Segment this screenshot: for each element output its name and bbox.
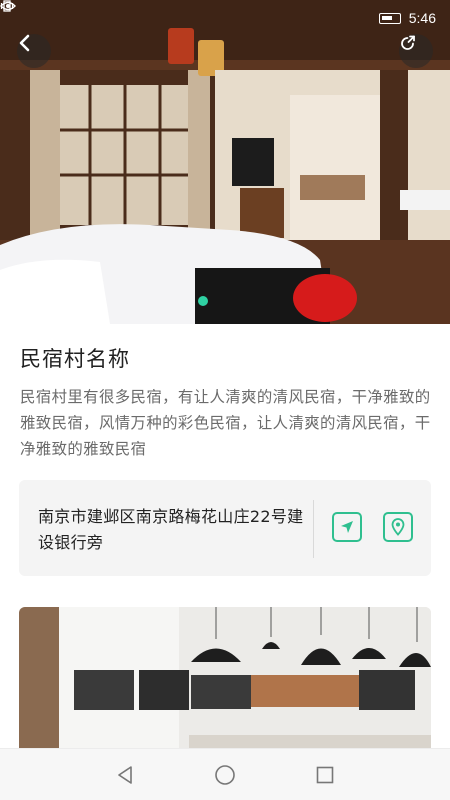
- system-nav-bar: [0, 748, 450, 800]
- village-title: 民宿村名称: [20, 347, 130, 371]
- carousel-indicator-dot[interactable]: [198, 296, 208, 306]
- gallery-image[interactable]: [19, 607, 431, 757]
- back-button[interactable]: [17, 34, 51, 68]
- location-button[interactable]: [383, 512, 413, 542]
- square-recent-icon: [316, 766, 334, 784]
- address-divider: [313, 500, 314, 558]
- share-icon: [401, 35, 415, 50]
- status-bar: 5:46: [0, 0, 450, 36]
- hero-image[interactable]: 5:46: [0, 0, 450, 324]
- eye-icon: [0, 1, 349, 24]
- system-home-button[interactable]: [213, 763, 237, 787]
- navigate-arrow-icon: [341, 521, 353, 533]
- system-recent-button[interactable]: [313, 763, 337, 787]
- share-button[interactable]: [399, 34, 433, 68]
- location-pin-icon: [391, 518, 405, 536]
- circle-home-icon: [215, 765, 235, 785]
- navigate-button[interactable]: [332, 512, 362, 542]
- hero-photo-illustration: [0, 0, 450, 324]
- address-card: 南京市建邺区南京路梅花山庄22号建 设银行旁: [19, 480, 431, 576]
- triangle-back-icon: [118, 766, 132, 784]
- back-arrow-icon: [19, 34, 30, 52]
- status-time: 5:46: [408, 10, 436, 26]
- address-text: 南京市建邺区南京路梅花山庄22号建 设银行旁: [38, 507, 304, 552]
- system-back-button[interactable]: [113, 763, 137, 787]
- village-description: 民宿村里有很多民宿，有让人清爽的清风民宿，干净雅致的雅致民宿，风情万种的彩色民宿…: [20, 388, 431, 458]
- cafe-photo-illustration: [19, 607, 431, 757]
- vibrate-icon: [0, 0, 371, 24]
- battery-icon: [378, 12, 401, 24]
